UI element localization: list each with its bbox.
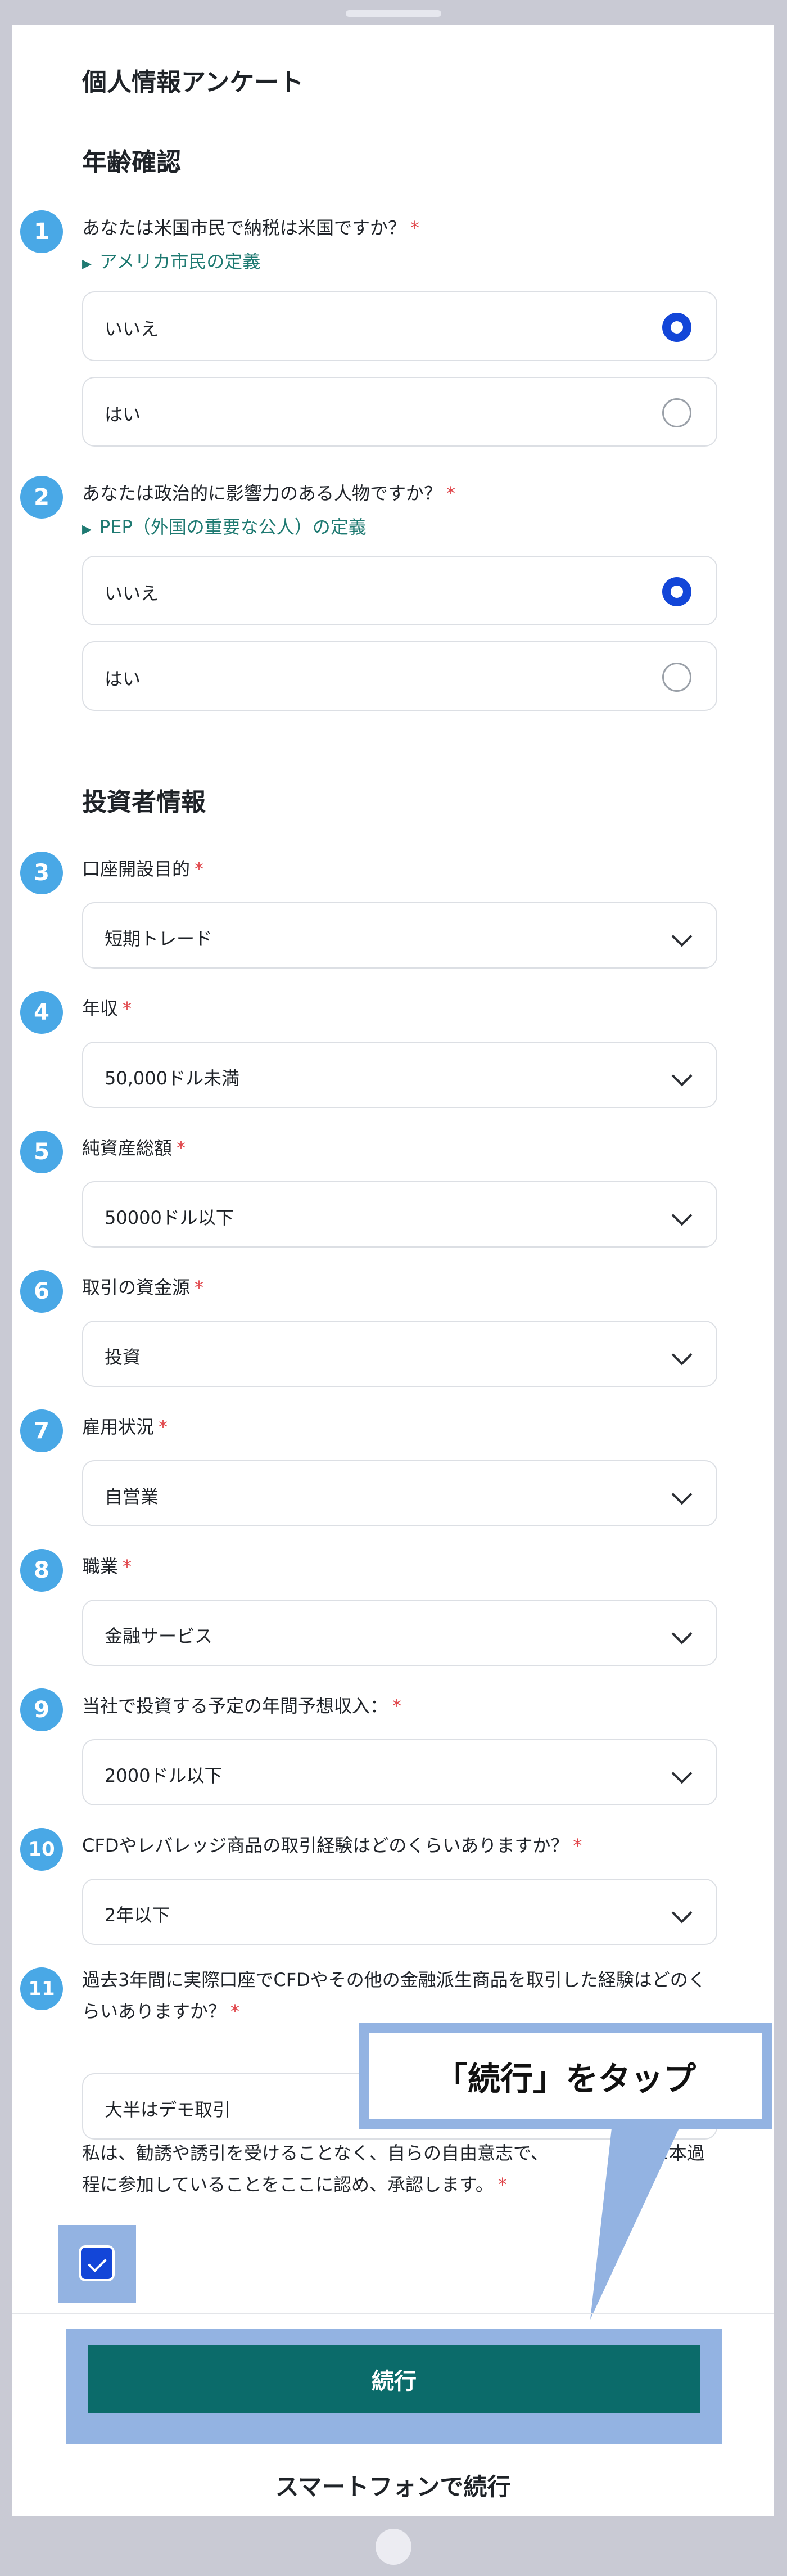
field-derivatives-experience-value: 大半はデモ取引	[105, 2099, 231, 2120]
continue-on-smartphone-link[interactable]: スマートフォンで続行	[12, 2468, 774, 2502]
field-cfd-experience-value: 2年以下	[105, 1904, 170, 1926]
footer-divider	[12, 2313, 774, 2314]
page-title: 個人情報アンケート	[82, 68, 304, 97]
q2-option-yes[interactable]: はい	[82, 641, 717, 711]
field-income-select[interactable]: 50,000ドル未満	[82, 1042, 717, 1108]
step-badge-4: 4	[20, 991, 63, 1034]
field-income-label: 年収 *	[82, 998, 132, 1019]
field-employment-select[interactable]: 自営業	[82, 1460, 717, 1526]
step-badge-7: 7	[20, 1409, 63, 1452]
radio-unselected-icon[interactable]	[662, 663, 691, 692]
field-cfd-experience-label: CFDやレバレッジ商品の取引経験はどのくらいありますか？ *	[82, 1835, 582, 1856]
field-fund-source-select[interactable]: 投資	[82, 1321, 717, 1387]
q2-option-yes-label: はい	[105, 668, 141, 690]
callout-text: 「続行」をタップ	[369, 2033, 762, 2119]
field-occupation-label: 職業 *	[82, 1556, 132, 1577]
field-purpose-select[interactable]: 短期トレード	[82, 902, 717, 969]
step-badge-9: 9	[20, 1688, 63, 1731]
q1-label: あなたは米国市民で納税は米国ですか？ *	[82, 217, 420, 238]
phone-screen: 個人情報アンケート 年齢確認 あなたは米国市民で納税は米国ですか？ * ▶ アメリカ…	[12, 25, 774, 2516]
radio-selected-icon[interactable]	[662, 577, 691, 606]
radio-unselected-icon[interactable]	[662, 398, 691, 427]
q1-option-yes-label: はい	[105, 404, 141, 425]
field-employment-value: 自営業	[105, 1486, 159, 1507]
field-cfd-experience-select[interactable]: 2年以下	[82, 1879, 717, 1945]
field-employment-label: 雇用状況 *	[82, 1416, 168, 1438]
step-badge-11: 11	[20, 1967, 63, 2010]
step-badge-1: 1	[20, 210, 63, 253]
chevron-down-icon	[671, 1902, 693, 1924]
q1-definition-link[interactable]: ▶ アメリカ市民の定義	[82, 247, 260, 273]
q1-option-no-label: いいえ	[105, 318, 159, 340]
field-occupation-value: 金融サービス	[105, 1625, 213, 1647]
field-expected-income-select[interactable]: 2000ドル以下	[82, 1739, 717, 1805]
field-expected-income-value: 2000ドル以下	[105, 1765, 223, 1786]
consent-text: 私は、勧誘や誘引を受けることなく、自らの自由意志で、 的に本過程に参加していること…	[82, 2142, 705, 2195]
field-income-value: 50,000ドル未満	[105, 1068, 239, 1089]
step-badge-5: 5	[20, 1131, 63, 1173]
step-badge-6: 6	[20, 1270, 63, 1313]
field-occupation-select[interactable]: 金融サービス	[82, 1600, 717, 1666]
consent-checkbox[interactable]	[79, 2245, 115, 2281]
q2-option-no[interactable]: いいえ	[82, 556, 717, 625]
step-badge-8: 8	[20, 1549, 63, 1592]
field-fund-source-label: 取引の資金源 *	[82, 1277, 204, 1298]
q2-label: あなたは政治的に影響力のある人物ですか？ *	[82, 483, 456, 504]
continue-button[interactable]: 続行	[88, 2345, 700, 2413]
field-purpose-label: 口座開設目的 *	[82, 858, 204, 880]
device-top-handle	[346, 10, 441, 17]
field-fund-source-value: 投資	[105, 1346, 141, 1368]
triangle-right-icon: ▶	[82, 523, 92, 537]
tap-continue-callout: 「続行」をタップ	[359, 2023, 772, 2129]
q2-definition-link[interactable]: ▶ PEP（外国の重要な公人）の定義	[82, 513, 367, 539]
chevron-down-icon	[671, 1484, 693, 1505]
triangle-right-icon: ▶	[82, 257, 92, 271]
q2-option-no-label: いいえ	[105, 583, 159, 604]
q1-option-yes[interactable]: はい	[82, 377, 717, 447]
step-badge-10: 10	[20, 1828, 63, 1871]
step-badge-3: 3	[20, 852, 63, 894]
section-title-investor: 投資者情報	[82, 788, 206, 817]
chevron-down-icon	[671, 1065, 693, 1087]
chevron-down-icon	[671, 1205, 693, 1226]
field-net-worth-label: 純資産総額 *	[82, 1137, 186, 1159]
field-derivatives-experience-label: 過去3年間に実際口座でCFDやその他の金融派生商品を取引した経験はどのくらいあり…	[82, 1969, 706, 2022]
field-expected-income-label: 当社で投資する予定の年間予想収入： *	[82, 1695, 402, 1717]
device-home-button	[376, 2529, 411, 2565]
field-purpose-value: 短期トレード	[105, 928, 213, 949]
radio-selected-icon[interactable]	[662, 313, 691, 342]
section-title-age: 年齢確認	[82, 148, 181, 177]
q1-option-no[interactable]: いいえ	[82, 291, 717, 361]
step-badge-2: 2	[20, 476, 63, 519]
chevron-down-icon	[671, 1344, 693, 1366]
chevron-down-icon	[671, 926, 693, 947]
field-net-worth-select[interactable]: 50000ドル以下	[82, 1181, 717, 1248]
chevron-down-icon	[671, 1623, 693, 1645]
chevron-down-icon	[671, 1763, 693, 1784]
field-net-worth-value: 50000ドル以下	[105, 1207, 234, 1228]
